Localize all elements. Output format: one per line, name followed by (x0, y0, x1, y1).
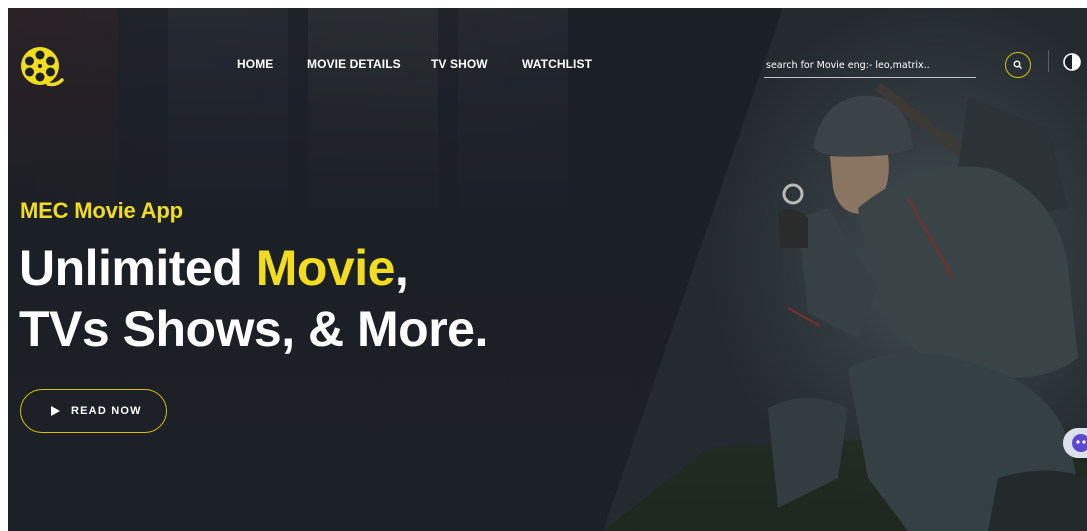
film-reel-icon[interactable] (20, 46, 64, 90)
nav-movie-details[interactable]: MOVIE DETAILS (307, 57, 401, 71)
read-now-button[interactable]: READ NOW (20, 389, 167, 433)
chat-widget[interactable] (1063, 428, 1087, 458)
headline-comma: , (394, 240, 409, 296)
play-icon (51, 406, 60, 416)
headline-line-1: Unlimited Movie, (19, 238, 488, 299)
headline-accent: Movie (255, 240, 396, 296)
read-now-label: READ NOW (71, 405, 142, 417)
nav-watchlist[interactable]: WATCHLIST (522, 57, 592, 71)
chat-icon (1072, 434, 1087, 452)
search-button[interactable] (1005, 52, 1031, 78)
search-input[interactable]: search for Movie eng:- leo,matrix.. (764, 56, 976, 78)
hero-section: HOME MOVIE DETAILS TV SHOW WATCHLIST sea… (8, 8, 1087, 531)
nav-tv-show[interactable]: TV SHOW (431, 57, 488, 71)
headline-text: Unlimited (19, 240, 256, 296)
hero-headline: Unlimited Movie, TVs Shows, & More. (19, 238, 488, 360)
hero-subtitle: MEC Movie App (20, 198, 183, 223)
search-icon (1013, 60, 1022, 69)
contrast-icon[interactable] (1063, 53, 1081, 71)
headline-line-2: TVs Shows, & More. (19, 301, 488, 357)
header-divider (1048, 50, 1049, 72)
nav-home[interactable]: HOME (237, 57, 273, 71)
